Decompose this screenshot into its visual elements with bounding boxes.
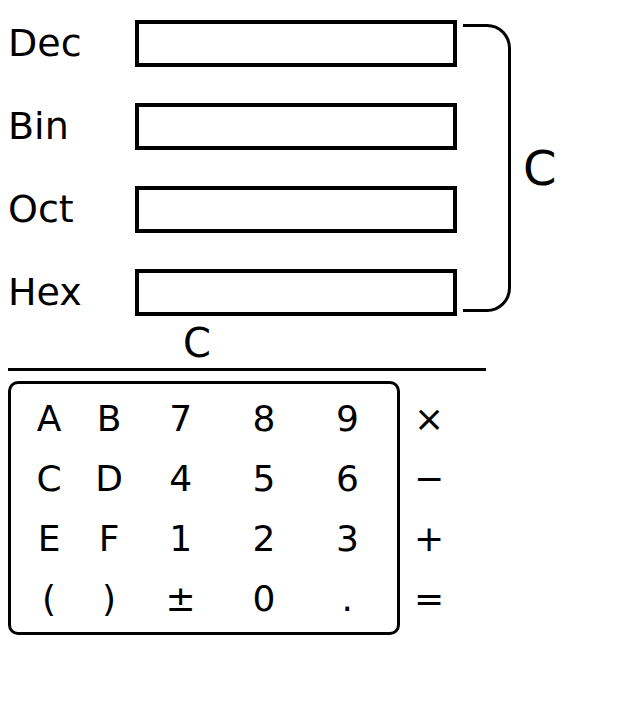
field-list: Dec Bin Oct Hex [8,20,457,316]
operator-button[interactable]: + [414,508,444,568]
clear-all-button[interactable]: C [511,140,569,196]
field-label: Dec [8,21,135,67]
key-button[interactable]: ± [139,568,222,628]
key-button[interactable]: D [79,448,139,508]
clear-button[interactable]: C [173,320,221,366]
key-button[interactable]: B [79,388,139,448]
key-button[interactable]: 6 [306,448,389,508]
field-row: Dec [8,20,457,67]
field-input[interactable] [135,269,457,316]
field-label: Oct [8,187,135,233]
field-row: Bin [8,103,457,150]
field-input[interactable] [135,103,457,150]
key-button[interactable]: 7 [139,388,222,448]
number-fields: Dec Bin Oct Hex C [8,20,641,316]
key-button[interactable]: . [306,568,389,628]
field-input[interactable] [135,186,457,233]
key-button[interactable]: 1 [139,508,222,568]
operator-button[interactable]: × [414,388,444,448]
key-button[interactable]: ) [79,568,139,628]
field-label: Hex [8,270,135,316]
field-row: Hex [8,269,457,316]
key-button[interactable]: 4 [139,448,222,508]
clear-row: C [8,316,486,371]
key-grid: AB789 CD456 EF123 ()±0. [8,381,400,635]
keypad: AB789 CD456 EF123 ()±0. ×−+= [8,381,641,635]
key-button[interactable]: 9 [306,388,389,448]
key-button[interactable]: 0 [222,568,305,628]
key-button[interactable]: F [79,508,139,568]
key-button[interactable]: ( [19,568,79,628]
key-button[interactable]: 5 [222,448,305,508]
key-button[interactable]: E [19,508,79,568]
operator-column: ×−+= [414,381,444,635]
key-button[interactable]: 2 [222,508,305,568]
operator-button[interactable]: = [414,568,444,628]
calculator: DecBinOctHexCCAB789CD456EF123()±0.×−+= [0,0,641,720]
key-button[interactable]: A [19,388,79,448]
operator-button[interactable]: − [414,448,444,508]
field-label: Bin [8,104,135,150]
key-button[interactable]: C [19,448,79,508]
key-button[interactable]: 3 [306,508,389,568]
fields-bracket [463,24,511,312]
field-input[interactable] [135,20,457,67]
key-button[interactable]: 8 [222,388,305,448]
field-row: Oct [8,186,457,233]
